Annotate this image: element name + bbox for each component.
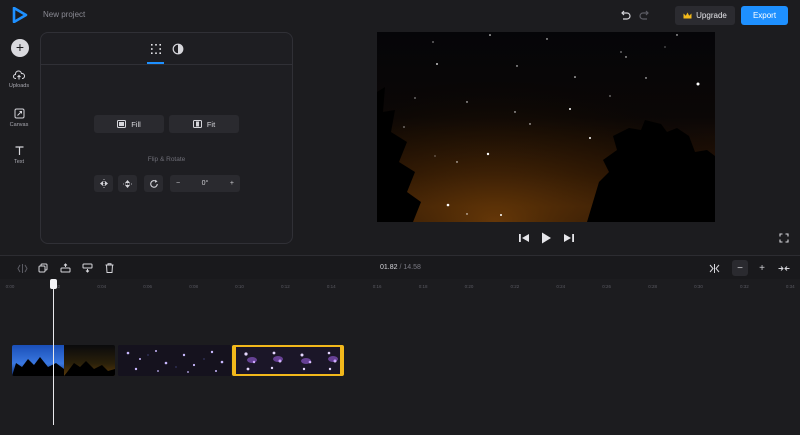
sidebar-item-label: Text xyxy=(13,159,25,165)
sidebar-item-text[interactable]: Text xyxy=(0,145,38,165)
app-logo-icon[interactable] xyxy=(12,7,28,23)
panel-tabs xyxy=(41,33,292,65)
fullscreen-icon[interactable] xyxy=(779,233,789,243)
clip-thumbnails xyxy=(12,345,115,376)
skip-back-icon[interactable] xyxy=(518,231,530,245)
fit-icon xyxy=(192,120,202,128)
flip-horizontal-button[interactable] xyxy=(94,175,113,192)
cloud-upload-icon xyxy=(13,70,25,80)
preview-frame xyxy=(377,32,715,222)
clip-nebula-stars[interactable] xyxy=(232,345,344,376)
contrast-icon[interactable] xyxy=(171,42,185,56)
trim-end-button[interactable] xyxy=(80,261,94,275)
collapse-icon xyxy=(778,265,790,271)
trim-start-icon xyxy=(60,263,70,273)
rotate-button[interactable] xyxy=(144,175,163,192)
ruler-tick-label: 0:26 xyxy=(602,284,612,289)
sidebar-item-uploads[interactable]: Uploads xyxy=(0,70,38,89)
upgrade-label: Upgrade xyxy=(696,11,727,20)
clip-trim-handle-right[interactable] xyxy=(340,347,342,374)
ruler-tick-label: 0:10 xyxy=(235,284,244,289)
fill-icon xyxy=(117,120,127,128)
fill-label: Fill xyxy=(131,119,141,129)
crop-grid-icon[interactable] xyxy=(149,42,163,56)
ruler-tick-label: 0:34 xyxy=(785,284,795,289)
rotation-value[interactable]: 0° xyxy=(202,180,209,187)
ruler-tick-label: 0:18 xyxy=(418,284,428,289)
duplicate-button[interactable] xyxy=(36,261,50,275)
text-icon xyxy=(15,146,23,155)
ruler-tick-label: 0:12 xyxy=(281,284,290,289)
crown-icon xyxy=(683,12,692,19)
ruler-tick-label: 0:08 xyxy=(189,284,198,289)
ruler-tick-label: 0:30 xyxy=(694,284,703,289)
timeline-toolbar: 01.82 / 14.58 − + xyxy=(0,255,800,279)
clip-thumbnails xyxy=(118,345,231,376)
ruler-tick-label: 0:22 xyxy=(510,284,520,289)
clip-thumbnails xyxy=(234,347,342,374)
fill-button[interactable]: Fill xyxy=(94,115,164,133)
zoom-out-button[interactable]: − xyxy=(732,260,748,276)
trim-start-button[interactable] xyxy=(58,261,72,275)
fit-button[interactable]: Fit xyxy=(169,115,239,133)
project-title[interactable]: New project xyxy=(43,10,85,19)
split-icon xyxy=(16,263,28,273)
skip-forward-icon[interactable] xyxy=(563,231,575,245)
rotation-stepper: − 0° + xyxy=(170,175,240,192)
collapse-timeline-button[interactable] xyxy=(777,261,791,275)
rotate-increase-button[interactable]: + xyxy=(230,180,234,187)
total-duration: 14.58 xyxy=(403,264,421,271)
sidebar-item-label: Canvas xyxy=(9,122,29,128)
ruler-tick-label: 0:14 xyxy=(326,284,336,289)
fit-label: Fit xyxy=(206,119,216,129)
trash-icon xyxy=(105,263,113,273)
flip-vertical-button[interactable] xyxy=(118,175,137,192)
fit-timeline-icon xyxy=(709,263,719,273)
flip-rotate-label: Flip & Rotate xyxy=(147,156,186,163)
time-readout: 01.82 / 14.58 xyxy=(380,264,421,271)
sidebar-item-canvas[interactable]: Canvas xyxy=(0,108,38,128)
export-button[interactable]: Export xyxy=(741,6,788,25)
split-button[interactable] xyxy=(15,261,29,275)
playhead-handle[interactable] xyxy=(50,279,57,289)
properties-panel: Fill Fit Flip & Rotate − 0° + xyxy=(40,32,293,244)
fit-timeline-button[interactable] xyxy=(707,261,721,275)
top-bar: New project Upgrade Export xyxy=(0,0,800,32)
ruler-tick-label: 0:32 xyxy=(740,284,749,289)
sidebar-item-label: Uploads xyxy=(8,83,30,89)
playhead-line xyxy=(53,280,54,425)
ruler-tick-label: 0:04 xyxy=(97,284,107,289)
active-tab-indicator xyxy=(147,62,164,64)
ruler-tick-label: 0:00 xyxy=(5,284,15,289)
clip-blue-sky-night[interactable] xyxy=(12,345,115,376)
zoom-in-button[interactable]: + xyxy=(754,260,770,276)
redo-icon[interactable] xyxy=(638,9,652,23)
upgrade-button[interactable]: Upgrade xyxy=(675,6,735,25)
undo-icon[interactable] xyxy=(618,9,632,23)
clip-trim-handle-left[interactable] xyxy=(234,347,236,374)
current-time: 01.82 xyxy=(380,264,398,271)
add-media-button[interactable]: + xyxy=(11,39,29,57)
play-icon[interactable] xyxy=(540,231,552,245)
canvas-resize-icon xyxy=(14,108,24,119)
flip-horizontal-icon xyxy=(99,179,108,188)
delete-button[interactable] xyxy=(102,261,116,275)
flip-vertical-icon xyxy=(123,179,132,188)
clip-starry-sky[interactable] xyxy=(118,345,231,376)
rotate-icon xyxy=(149,179,158,188)
ruler-tick-label: 0:28 xyxy=(648,284,657,289)
ruler-tick-label: 0:06 xyxy=(143,284,153,289)
timeline-ruler[interactable]: 0:000:020:040:060:080:100:120:140:160:18… xyxy=(0,280,800,294)
ruler-tick-label: 0:16 xyxy=(372,284,382,289)
video-preview[interactable] xyxy=(377,32,715,222)
time-separator: / xyxy=(399,264,402,271)
ruler-tick-label: 0:24 xyxy=(556,284,566,289)
ruler-tick-label: 0:20 xyxy=(464,284,474,289)
trim-end-icon xyxy=(82,263,92,273)
duplicate-icon xyxy=(38,263,48,273)
rotate-decrease-button[interactable]: − xyxy=(176,180,180,187)
